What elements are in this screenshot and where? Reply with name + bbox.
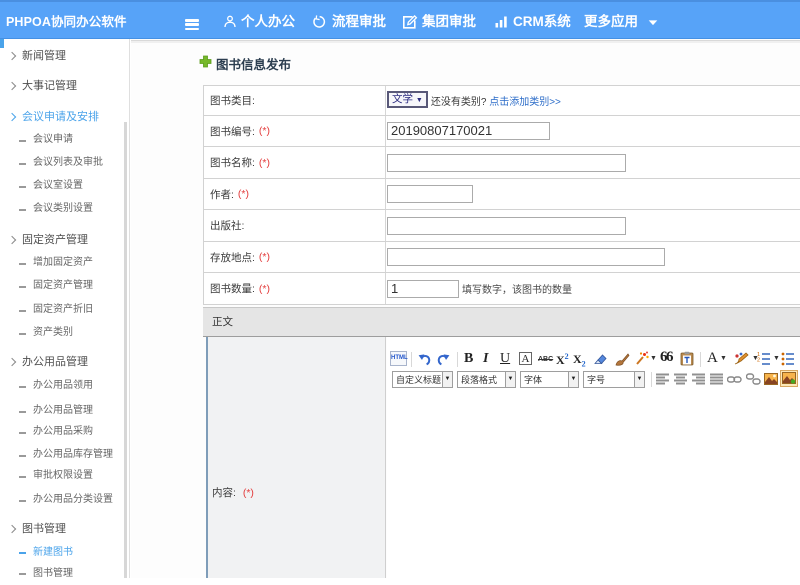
svg-text:2: 2 [757,358,760,364]
